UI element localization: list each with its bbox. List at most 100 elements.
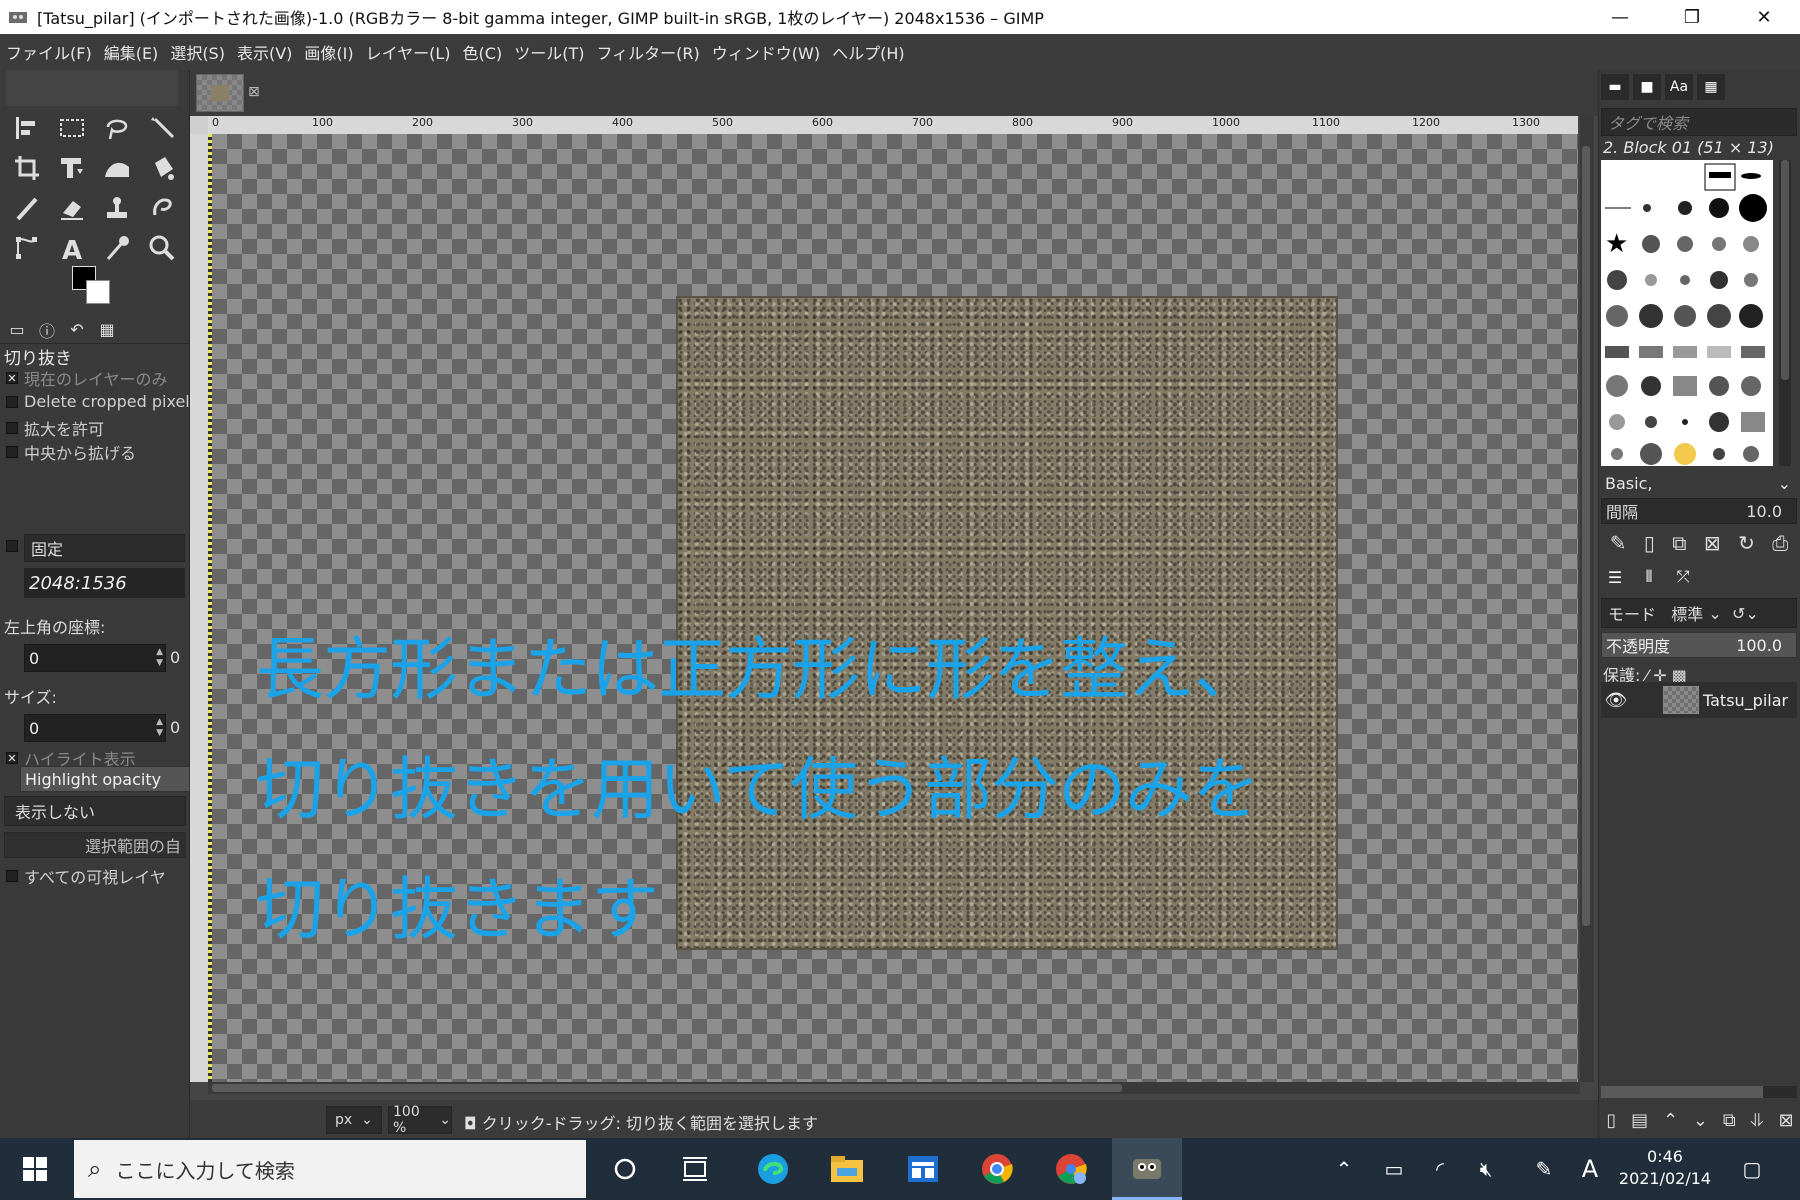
auto-shrink-button[interactable]: 選択範囲の自	[4, 832, 186, 858]
position-y-value[interactable]: 0	[170, 648, 180, 667]
checkbox-checked-icon[interactable]: ✕	[6, 752, 18, 764]
layer-item[interactable]: 👁 Tatsu_pilar	[1601, 682, 1797, 718]
edit-brush-icon[interactable]: ✎	[1610, 531, 1627, 555]
scrollbar-thumb[interactable]	[1781, 160, 1789, 380]
image-canvas[interactable]: 長方形または正方形に形を整え、 切り抜きを用いて使う部分のみを 切り抜きます	[212, 134, 1578, 1082]
fuzzy-select-icon[interactable]	[139, 110, 184, 146]
delete-brush-icon[interactable]: ⊠	[1704, 531, 1721, 555]
checkbox-icon[interactable]	[6, 422, 18, 434]
scrollbar-thumb[interactable]	[212, 1084, 1122, 1092]
paintbrush-icon[interactable]	[4, 190, 49, 226]
guides-select[interactable]: 表示しない	[4, 796, 186, 826]
eraser-icon[interactable]	[49, 190, 94, 226]
menu-tools[interactable]: ツール(T)	[514, 40, 584, 64]
canvas-vertical-scrollbar[interactable]	[1580, 116, 1594, 1082]
menu-file[interactable]: ファイル(F)	[6, 40, 92, 64]
checkbox-icon[interactable]	[6, 540, 18, 552]
delete-cropped-option[interactable]: Delete cropped pixels	[6, 392, 198, 411]
smudge-icon[interactable]	[139, 190, 184, 226]
gimp-taskbar-icon[interactable]	[1112, 1138, 1182, 1200]
zoom-select[interactable]: 100 % ⌄	[388, 1104, 452, 1136]
rect-select-icon[interactable]	[49, 110, 94, 146]
fg-bg-color-selector[interactable]	[72, 266, 116, 308]
color-picker-icon[interactable]	[94, 230, 139, 266]
eye-icon[interactable]: 👁	[1601, 690, 1631, 711]
raise-layer-icon[interactable]: ⌃	[1663, 1110, 1678, 1131]
current-layer-only-option[interactable]: ✕ 現在のレイヤーのみ	[6, 366, 168, 390]
menu-windows[interactable]: ウィンドウ(W)	[712, 40, 820, 64]
device-status-tab-icon[interactable]: ⓘ	[34, 318, 60, 342]
app-window-icon[interactable]	[888, 1138, 958, 1200]
menu-colors[interactable]: 色(C)	[463, 40, 503, 64]
scrollbar-thumb[interactable]	[1582, 146, 1590, 926]
warp-icon[interactable]	[94, 150, 139, 186]
volume-mute-icon[interactable]: 🔇︎	[1468, 1138, 1504, 1200]
menu-help[interactable]: ヘルプ(H)	[832, 40, 905, 64]
checkbox-icon[interactable]	[6, 395, 18, 408]
gradients-tab-icon[interactable]: ▦	[1697, 74, 1725, 100]
fixed-aspect-select[interactable]: 固定	[24, 534, 185, 562]
bucket-fill-icon[interactable]	[139, 150, 184, 186]
background-color-swatch[interactable]	[86, 280, 110, 304]
image-tab-thumbnail[interactable]	[196, 74, 244, 112]
brushes-tab-icon[interactable]: ▬	[1601, 74, 1629, 100]
new-brush-icon[interactable]: ▯	[1644, 531, 1655, 555]
channels-tab-icon[interactable]: ⦀	[1635, 564, 1663, 590]
layer-mode-select[interactable]: モード 標準 ⌄ ↺⌄	[1601, 598, 1797, 628]
chrome-profile-icon[interactable]	[1036, 1138, 1106, 1200]
mode-switch-icon[interactable]: ↺⌄	[1732, 604, 1759, 623]
new-layer-group-icon[interactable]: ▤	[1631, 1110, 1648, 1131]
layers-tab-icon[interactable]: ☰	[1601, 564, 1629, 590]
taskbar-clock[interactable]: 0:46 2021/02/14	[1600, 1146, 1730, 1190]
expand-from-center-option[interactable]: 中央から拡げる	[6, 440, 136, 464]
delete-layer-icon[interactable]: ⊠	[1778, 1110, 1793, 1131]
wilber-drop-area[interactable]	[6, 70, 178, 106]
battery-icon[interactable]: ▭	[1376, 1138, 1412, 1200]
paths-icon[interactable]	[4, 230, 49, 266]
tag-search-input[interactable]: タグで検索	[1601, 108, 1797, 136]
highlight-opacity-slider[interactable]: Highlight opacity	[20, 766, 190, 792]
brush-preset-select[interactable]: Basic, ⌄	[1601, 470, 1797, 496]
layer-opacity-slider[interactable]: 不透明度 100.0	[1601, 632, 1797, 658]
brush-grid-scrollbar[interactable]	[1779, 160, 1791, 466]
unit-select[interactable]: px ⌄	[326, 1106, 382, 1134]
patterns-tab-icon[interactable]: ■	[1633, 74, 1661, 100]
scrollbar-thumb[interactable]	[1601, 1086, 1763, 1098]
wifi-icon[interactable]: ◜	[1422, 1138, 1458, 1200]
spin-arrows-icon[interactable]: ▲ ▼	[156, 717, 163, 739]
fonts-tab-icon[interactable]: Aa	[1665, 74, 1693, 100]
undo-history-tab-icon[interactable]: ↶	[64, 318, 90, 342]
shrink-merged-option[interactable]: すべての可視レイヤ	[6, 864, 166, 888]
menu-select[interactable]: 選択(S)	[170, 40, 225, 64]
free-select-icon[interactable]	[94, 110, 139, 146]
start-button[interactable]	[0, 1138, 70, 1200]
crop-icon[interactable]	[4, 150, 49, 186]
size-w-input[interactable]: 0 ▲ ▼	[24, 714, 166, 742]
open-brush-as-image-icon[interactable]: ⎙	[1772, 531, 1788, 555]
checkbox-icon[interactable]	[6, 870, 18, 882]
file-explorer-icon[interactable]	[812, 1138, 882, 1200]
paths-tab-icon[interactable]: ⤱	[1669, 564, 1697, 590]
new-layer-icon[interactable]: ▯	[1606, 1110, 1616, 1131]
ruler-corner[interactable]	[190, 116, 208, 134]
menu-filters[interactable]: フィルター(R)	[596, 40, 699, 64]
fixed-checkbox[interactable]	[6, 540, 24, 552]
brush-spacing-slider[interactable]: 間隔 10.0	[1601, 498, 1797, 524]
canvas-horizontal-scrollbar[interactable]	[208, 1082, 1580, 1094]
menu-edit[interactable]: 編集(E)	[104, 40, 159, 64]
restore-button[interactable]: ❐	[1656, 0, 1728, 34]
taskbar-search-box[interactable]: ⌕ ここに入力して検索	[74, 1140, 586, 1198]
chrome-icon[interactable]	[962, 1138, 1032, 1200]
tool-options-tab-icon[interactable]: ▭	[4, 318, 30, 342]
duplicate-layer-icon[interactable]: ⧉	[1723, 1110, 1736, 1131]
duplicate-brush-icon[interactable]: ⧉	[1672, 531, 1686, 555]
lower-layer-icon[interactable]: ⌄	[1693, 1110, 1708, 1131]
position-x-input[interactable]: 0 ▲ ▼	[24, 644, 166, 672]
horizontal-ruler[interactable]: 0 100 200 300 400 500 600 700 800 900 10…	[208, 116, 1578, 134]
cortana-icon[interactable]	[590, 1138, 660, 1200]
merge-layer-icon[interactable]: ⥥	[1751, 1110, 1764, 1131]
menu-view[interactable]: 表示(V)	[237, 40, 292, 64]
refresh-brushes-icon[interactable]: ↻	[1738, 531, 1755, 555]
text-icon[interactable]: A	[49, 230, 94, 266]
spin-arrows-icon[interactable]: ▲ ▼	[156, 647, 163, 669]
